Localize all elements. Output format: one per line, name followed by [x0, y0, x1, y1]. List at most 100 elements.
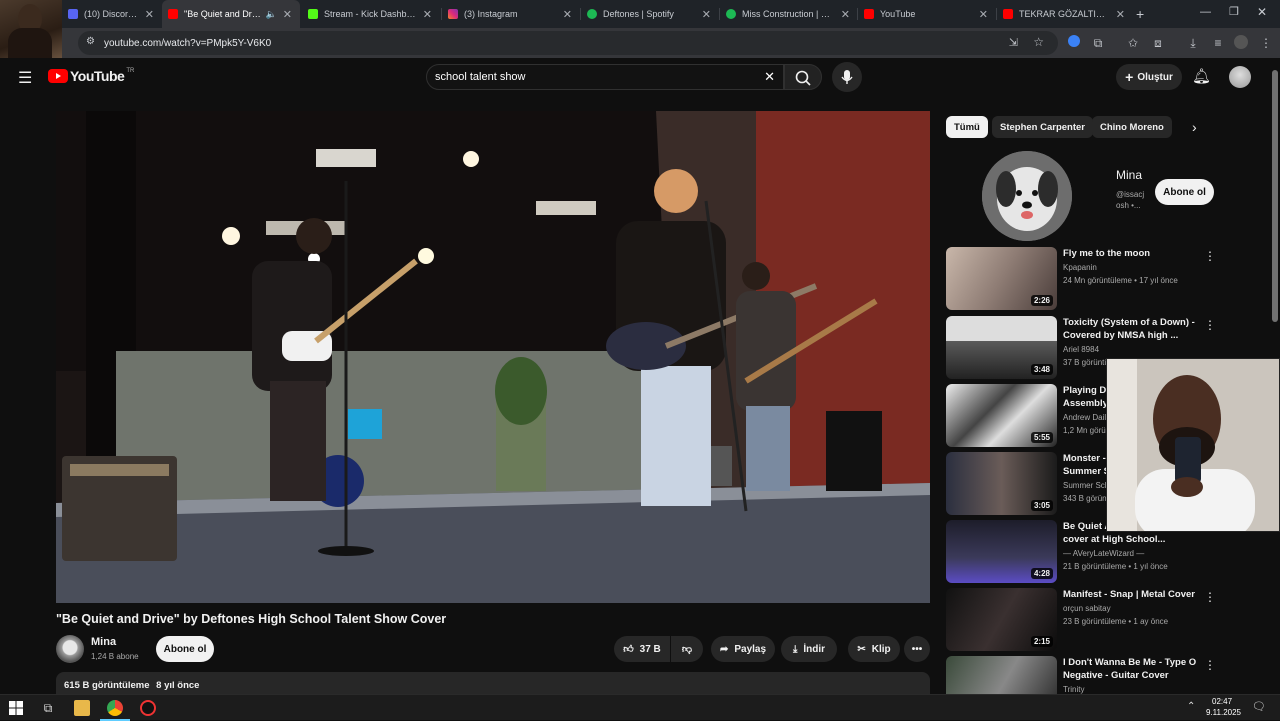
instagram-icon — [448, 9, 458, 19]
video-thumbnail[interactable]: 3:48 — [946, 316, 1057, 379]
video-thumbnail[interactable]: 4:28 — [946, 520, 1057, 583]
tab-kick[interactable]: Stream - Kick Dashboard ✕ — [302, 0, 440, 28]
address-toolbar: ⚙ youtube.com/watch?v=PMpk5Y-V6K0 ⇲ ☆ ⧉ … — [0, 28, 1280, 58]
subscribe-button[interactable]: Abone ol — [156, 636, 214, 662]
browser-menu-icon[interactable]: ⋮ — [1258, 35, 1274, 51]
notifications-bell-icon[interactable]: 🔔︎ — [1192, 67, 1211, 85]
channel-card-handle: @issacj — [1116, 190, 1145, 199]
extensions-puzzle-icon[interactable]: ⧉ — [1090, 35, 1106, 51]
recommendation-item[interactable]: I Don't Wanna Be Me - Type O Negative - … — [946, 656, 1266, 694]
tab-instagram[interactable]: (3) Instagram ✕ — [442, 0, 580, 28]
more-vertical-icon[interactable]: ⋮ — [1204, 658, 1216, 672]
close-icon[interactable]: ✕ — [563, 8, 572, 21]
upload-age: 8 yıl önce — [156, 680, 200, 691]
video-thumbnail[interactable]: 3:05 — [946, 452, 1057, 515]
tab-youtube[interactable]: YouTube ✕ — [858, 0, 996, 28]
more-actions-button[interactable]: ••• — [904, 636, 930, 662]
channel-avatar[interactable] — [56, 635, 84, 663]
plus-icon: + — [1125, 69, 1134, 85]
search-input[interactable]: school talent show ✕ — [426, 64, 784, 90]
speaker-icon[interactable]: 🔈 — [266, 9, 277, 20]
more-vertical-icon[interactable]: ⋮ — [1204, 590, 1216, 604]
restore-button[interactable]: ❐ — [1229, 5, 1239, 18]
channel-card-avatar[interactable] — [982, 151, 1072, 241]
recommendation-item[interactable]: 2:26 Fly me to the moon Kpapanin 24 Mn g… — [946, 247, 1266, 311]
share-button[interactable]: ➦ Paylaş — [711, 636, 775, 662]
chip-stephen-carpenter[interactable]: Stephen Carpenter — [992, 116, 1093, 138]
tab-spotify-miss-construction[interactable]: Miss Construction | Spoti ✕ — [720, 0, 858, 28]
close-icon[interactable]: ✕ — [283, 8, 292, 21]
subscriber-count: 1,24 B abone — [91, 652, 139, 661]
stream-overlay-avatar — [0, 0, 62, 60]
youtube-icon — [1003, 9, 1013, 19]
search-button[interactable] — [784, 64, 822, 90]
site-info-icon[interactable]: ⚙ — [86, 36, 95, 47]
video-thumbnail[interactable] — [946, 656, 1057, 694]
new-tab-button[interactable]: + — [1136, 6, 1144, 22]
webcam-overlay — [1106, 358, 1280, 532]
like-button[interactable]: 👍︎ 37 B — [614, 636, 670, 662]
video-player[interactable] — [56, 111, 930, 603]
download-icon[interactable]: ⤓ — [1185, 35, 1201, 51]
close-icon[interactable]: ✕ — [841, 8, 850, 21]
window-close-button[interactable]: ✕ — [1257, 5, 1267, 19]
install-app-icon[interactable]: ⇲ — [1009, 36, 1018, 49]
close-icon[interactable]: ✕ — [702, 8, 711, 21]
download-button[interactable]: ⤓ İndir — [781, 636, 837, 662]
system-tray-chevron-icon[interactable]: ⌃ — [1187, 701, 1195, 712]
channel-name[interactable]: Mina — [91, 636, 116, 648]
page-scrollbar[interactable] — [1272, 70, 1278, 322]
file-explorer-icon[interactable] — [74, 700, 90, 716]
channel-card-name[interactable]: Mina — [1116, 168, 1142, 182]
clip-button[interactable]: ✂ Klip — [848, 636, 900, 662]
more-vertical-icon[interactable]: ⋮ — [1204, 318, 1216, 332]
chevron-right-icon[interactable]: › — [1192, 119, 1197, 135]
clock-date[interactable]: 9.11.2025 — [1206, 708, 1241, 717]
clock-time[interactable]: 02:47 — [1212, 697, 1232, 706]
account-avatar[interactable] — [1229, 66, 1251, 88]
close-icon[interactable]: ✕ — [1116, 8, 1125, 21]
chip-chino-moreno[interactable]: Chino Moreno — [1092, 116, 1172, 138]
recommendation-item[interactable]: 2:15 Manifest - Snap | Metal Cover orçun… — [946, 588, 1266, 652]
close-icon[interactable]: ✕ — [423, 8, 432, 21]
notification-center-icon[interactable]: 🗨︎ — [1252, 700, 1266, 713]
download-icon: ⤓ — [792, 643, 798, 655]
youtube-icon — [864, 9, 874, 19]
video-thumbnail[interactable]: 2:15 — [946, 588, 1057, 651]
address-bar[interactable]: ⚙ youtube.com/watch?v=PMpk5Y-V6K0 ⇲ ☆ — [78, 31, 1058, 55]
bookmark-star-icon[interactable]: ☆ — [1033, 35, 1044, 49]
spotify-icon — [587, 9, 597, 19]
media-control-icon[interactable]: ≡ — [1210, 35, 1226, 51]
youtube-logo[interactable]: YouTube TR — [48, 68, 134, 84]
tab-active-video[interactable]: "Be Quiet and Drive" by 🔈 ✕ — [162, 0, 300, 28]
reading-list-icon[interactable]: ✩ — [1125, 35, 1141, 51]
clear-search-icon[interactable]: ✕ — [764, 69, 775, 85]
channel-card-handle-cont: osh •... — [1116, 201, 1141, 210]
tab-youtube-2[interactable]: TEKRAR GÖZALTINA ALIN ✕ — [997, 0, 1133, 28]
dislike-button[interactable]: 👎︎ — [671, 636, 703, 662]
extension-shield-icon[interactable] — [1068, 35, 1080, 47]
profile-avatar[interactable] — [1234, 35, 1248, 49]
close-icon[interactable]: ✕ — [145, 8, 154, 21]
task-view-icon[interactable]: ⧉ — [40, 700, 56, 716]
menu-hamburger-icon[interactable]: ☰ — [18, 68, 32, 88]
channel-card-subscribe-button[interactable]: Abone ol — [1155, 179, 1214, 205]
more-vertical-icon[interactable]: ⋮ — [1204, 249, 1216, 263]
webcam-feed — [1107, 359, 1279, 531]
view-count: 615 B görüntüleme — [64, 680, 150, 691]
windows-start-icon[interactable] — [8, 700, 24, 716]
video-thumbnail[interactable]: 5:55 — [946, 384, 1057, 447]
minimize-button[interactable]: — — [1200, 6, 1211, 18]
tab-search-icon[interactable]: ⧈ — [1150, 35, 1166, 51]
obs-recorder-icon[interactable] — [140, 700, 156, 716]
close-icon[interactable]: ✕ — [979, 8, 988, 21]
video-thumbnail[interactable]: 2:26 — [946, 247, 1057, 310]
tab-spotify-deftones[interactable]: Deftones | Spotify ✕ — [581, 0, 719, 28]
scissors-icon: ✂ — [857, 643, 866, 655]
chip-all[interactable]: Tümü — [946, 116, 988, 138]
create-button[interactable]: + Oluştur — [1116, 64, 1182, 90]
spotify-icon — [726, 9, 736, 19]
voice-search-button[interactable] — [832, 62, 862, 92]
tab-discord[interactable]: (10) Discord | #·˚ ❀·˚ ✕ — [62, 0, 162, 28]
thumbs-down-icon: 👎︎ — [681, 644, 693, 655]
